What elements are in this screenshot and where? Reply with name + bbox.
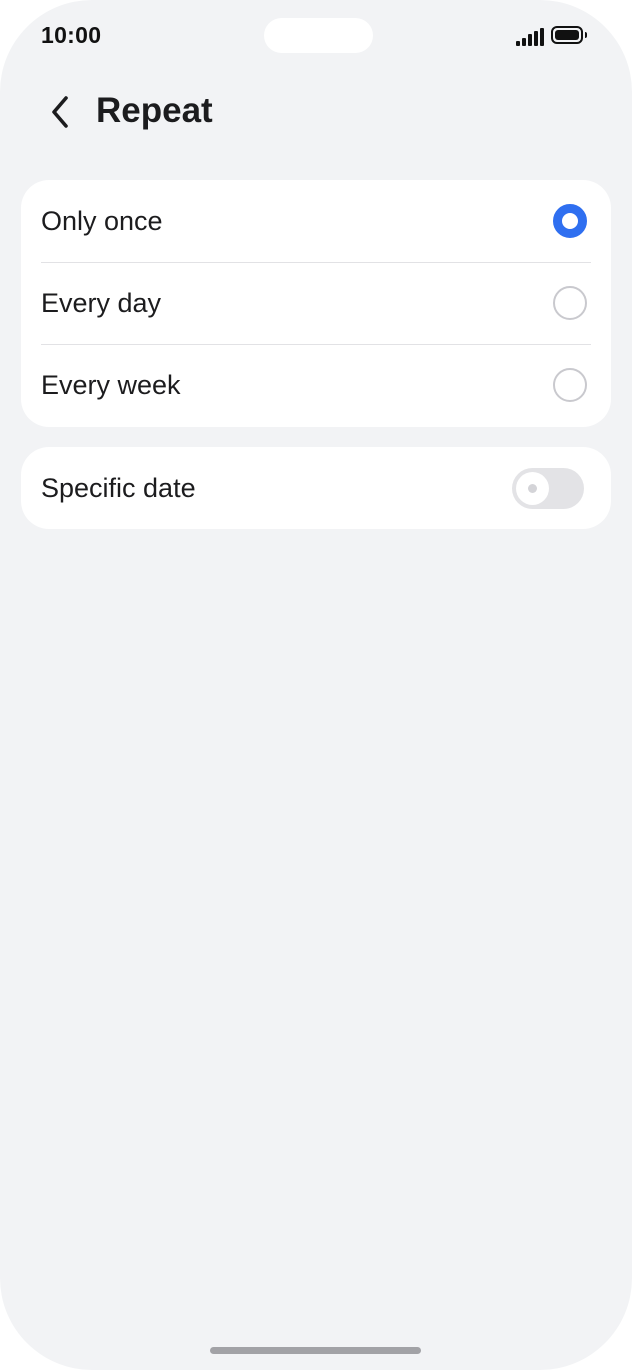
- specific-date-toggle[interactable]: [512, 468, 584, 509]
- option-label: Only once: [41, 205, 163, 236]
- battery-full-icon: [551, 26, 587, 46]
- specific-date-card: Specific date: [21, 447, 611, 529]
- repeat-options-card: Only once Every day Every week: [21, 180, 611, 427]
- specific-date-label: Specific date: [41, 472, 196, 503]
- toggle-knob: [516, 472, 549, 505]
- option-every-week[interactable]: Every week: [21, 344, 611, 426]
- chevron-left-icon: [52, 96, 68, 128]
- option-label: Every week: [41, 369, 181, 400]
- phone-screen: 10:00 Repeat Only once Every day Every w…: [0, 0, 632, 1370]
- home-indicator[interactable]: [210, 1347, 421, 1354]
- page-title: Repeat: [96, 91, 213, 130]
- option-label: Every day: [41, 287, 162, 318]
- radio-unselected-icon[interactable]: [553, 368, 587, 402]
- radio-selected-icon[interactable]: [553, 204, 587, 238]
- radio-unselected-icon[interactable]: [553, 286, 587, 320]
- option-every-day[interactable]: Every day: [21, 262, 611, 344]
- back-button[interactable]: [36, 88, 84, 136]
- camera-island: [264, 18, 373, 53]
- status-time: 10:00: [41, 22, 102, 48]
- cellular-signal-icon: [516, 28, 546, 46]
- option-only-once[interactable]: Only once: [21, 180, 611, 262]
- specific-date-row[interactable]: Specific date: [21, 447, 611, 529]
